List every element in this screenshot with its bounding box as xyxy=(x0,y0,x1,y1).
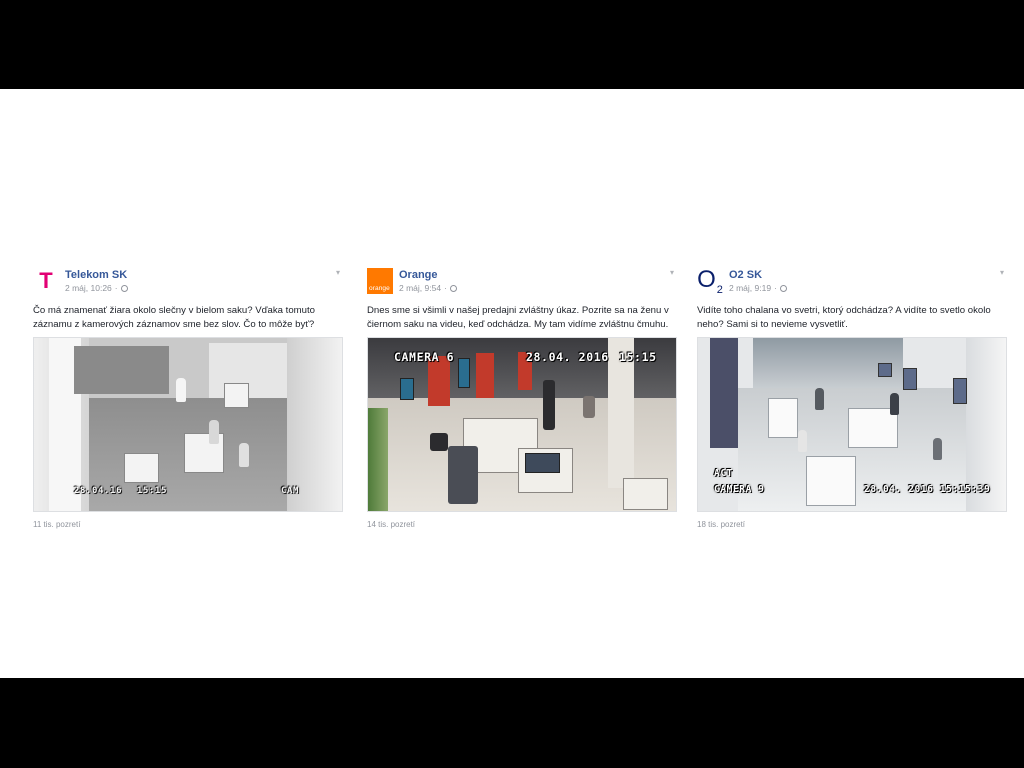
video-player[interactable]: 28.04.16 15:15 CAM xyxy=(33,337,343,512)
video-overlay-act: ACT xyxy=(714,468,733,479)
view-count: 11 tis. pozretí xyxy=(33,520,81,529)
video-overlay-camera: CAMERA 6 xyxy=(394,350,455,364)
chevron-down-icon[interactable]: ▾ xyxy=(667,268,677,278)
page-avatar[interactable]: orange xyxy=(367,268,393,294)
view-count: 14 tis. pozretí xyxy=(367,520,416,529)
post-text: Vidíte toho chalana vo svetri, ktorý odc… xyxy=(697,305,991,330)
telekom-logo-icon: T xyxy=(39,268,53,293)
video-overlay-camera: CAMERA 9 xyxy=(714,484,765,495)
video-overlay-time: 15:15 xyxy=(137,486,168,496)
post-o2: O2 O2 SK 2 máj, 9:19 · ▾ Vidíte toho cha… xyxy=(697,266,1007,529)
page-name-link[interactable]: O2 SK xyxy=(729,269,762,281)
page-name-link[interactable]: Orange xyxy=(399,269,438,281)
post-timestamp[interactable]: 2 máj, 9:54 xyxy=(399,283,441,293)
post-header: T Telekom SK 2 máj, 10:26 · ▾ xyxy=(33,268,343,298)
post-header: orange Orange 2 máj, 9:54 · ▾ xyxy=(367,268,677,298)
video-frame: ACT CAMERA 9 28.04. 2016 15:15:39 xyxy=(698,338,1006,511)
video-player[interactable]: CAMERA 6 28.04. 2016 15:15 xyxy=(367,337,677,512)
video-overlay-time: 15:15 xyxy=(619,350,657,364)
page-avatar[interactable]: O2 xyxy=(697,266,723,296)
o2-logo-icon: O2 xyxy=(697,266,723,296)
video-frame: CAMERA 6 28.04. 2016 15:15 xyxy=(368,338,676,511)
post-text: Čo má znamenať žiara okolo slečny v biel… xyxy=(33,305,315,330)
post-orange: orange Orange 2 máj, 9:54 · ▾ Dnes sme s… xyxy=(367,268,677,529)
video-player[interactable]: ACT CAMERA 9 28.04. 2016 15:15:39 xyxy=(697,337,1007,512)
video-frame: 28.04.16 15:15 CAM xyxy=(34,338,342,511)
post-text: Dnes sme si všimli v našej predajni zvlá… xyxy=(367,305,669,330)
page-avatar[interactable]: T xyxy=(33,268,59,294)
post-meta: 2 máj, 10:26 · xyxy=(65,283,128,293)
chevron-down-icon[interactable]: ▾ xyxy=(333,268,343,278)
post-meta: 2 máj, 9:54 · xyxy=(399,283,457,293)
post-timestamp[interactable]: 2 máj, 9:19 xyxy=(729,283,771,293)
post-telekom: T Telekom SK 2 máj, 10:26 · ▾ Čo má znam… xyxy=(33,268,343,529)
page-name-link[interactable]: Telekom SK xyxy=(65,269,127,281)
post-header: O2 O2 SK 2 máj, 9:19 · ▾ xyxy=(697,266,1007,298)
chevron-down-icon[interactable]: ▾ xyxy=(997,268,1007,278)
post-timestamp[interactable]: 2 máj, 10:26 xyxy=(65,283,112,293)
view-count: 18 tis. pozretí xyxy=(697,520,746,529)
video-overlay-label: CAM xyxy=(281,486,300,496)
globe-icon xyxy=(449,284,457,292)
orange-logo-icon: orange xyxy=(369,285,390,292)
video-overlay-datetime: 28.04. 2016 15:15:39 xyxy=(864,484,991,495)
post-meta: 2 máj, 9:19 · xyxy=(729,283,787,293)
content-area: T Telekom SK 2 máj, 10:26 · ▾ Čo má znam… xyxy=(0,89,1024,678)
globe-icon xyxy=(779,284,787,292)
video-overlay-date: 28.04. 2016 xyxy=(526,350,609,364)
video-overlay-date: 28.04.16 xyxy=(74,486,123,496)
globe-icon xyxy=(120,284,128,292)
